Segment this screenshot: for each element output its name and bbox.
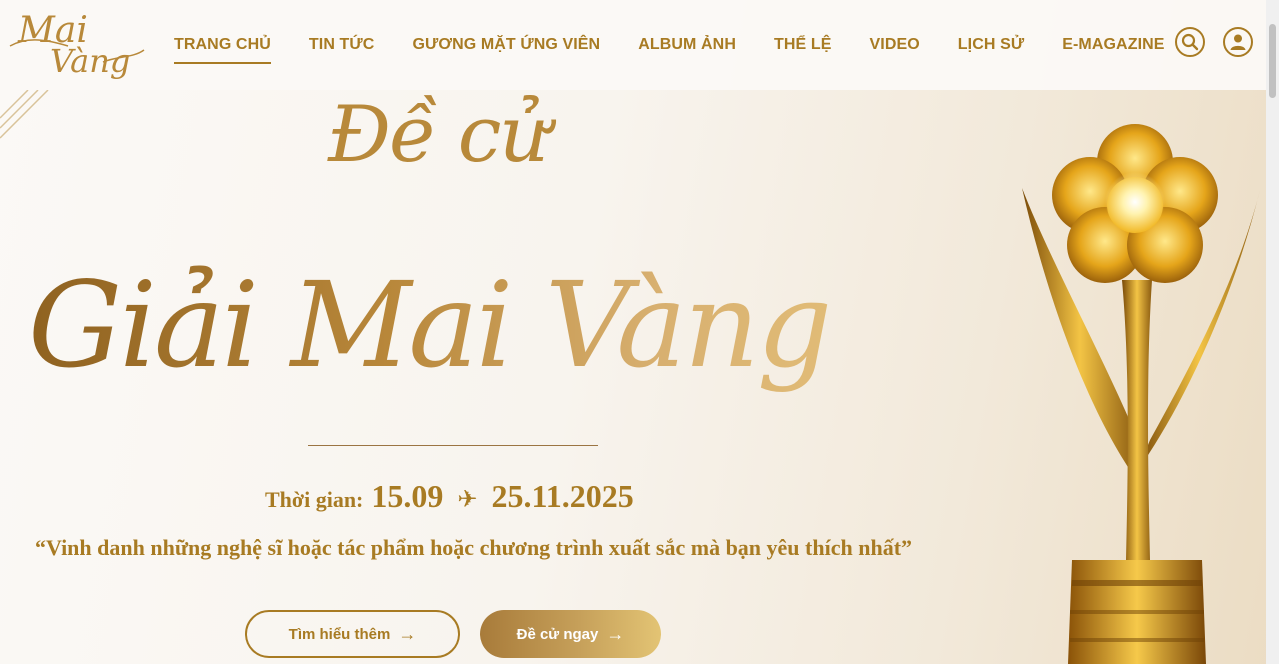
arrow-right-icon: → [398, 623, 417, 644]
nav-item-emagazine[interactable]: E-MAGAZINE [1062, 36, 1164, 54]
svg-text:Vàng: Vàng [50, 42, 130, 80]
hero-quote: “Vinh danh những nghệ sĩ hoặc tác phẩm h… [35, 535, 913, 560]
site-header: Mai Vàng TRANG CHỦ TIN TỨC GƯƠNG MẶT ỨNG… [0, 0, 1266, 90]
time-start: 15.09 [371, 478, 444, 514]
nav-item-news[interactable]: TIN TỨC [309, 36, 375, 54]
page-scrollbar[interactable] [1266, 0, 1279, 664]
learn-more-button[interactable]: Tìm hiểu thêm → [245, 610, 460, 658]
nominate-now-button[interactable]: Đề cử ngay → [480, 610, 661, 658]
user-icon [1230, 34, 1246, 50]
nav-item-rules[interactable]: THỂ LỆ [774, 36, 832, 54]
plane-icon: ✈ [457, 487, 478, 513]
arrow-right-icon: → [606, 623, 625, 644]
nav-item-album[interactable]: ALBUM ẢNH [638, 36, 736, 54]
nominate-now-label: Đề cử ngay [516, 625, 599, 643]
hero-headline: Giải Mai Vàng [28, 255, 928, 397]
main-nav: TRANG CHỦ TIN TỨC GƯƠNG MẶT ỨNG VIÊN ALB… [174, 0, 1203, 90]
time-label: Thời gian: [265, 487, 364, 512]
scrollbar-thumb[interactable] [1269, 24, 1276, 98]
nav-item-home[interactable]: TRANG CHỦ [174, 36, 271, 64]
time-end: 25.11.2025 [491, 478, 634, 514]
time-range: Thời gian: 15.09 ✈ 25.11.2025 [265, 478, 634, 515]
hero-kicker: Đề cử [328, 90, 550, 180]
nav-item-video[interactable]: VIDEO [870, 36, 920, 54]
nav-item-history[interactable]: LỊCH SỬ [958, 36, 1024, 54]
hero-section: Đề cử Giải Mai Vàng Thời gian: 15.09 ✈ 2… [0, 0, 1279, 664]
search-button[interactable] [1175, 27, 1205, 57]
decorative-stripes [0, 90, 49, 139]
learn-more-label: Tìm hiểu thêm [288, 625, 391, 643]
mai-vang-logo[interactable]: Mai Vàng [8, 6, 148, 80]
nav-item-candidates[interactable]: GƯƠNG MẶT ỨNG VIÊN [412, 36, 600, 54]
trophy-image [1022, 124, 1260, 664]
hero-divider [308, 445, 598, 446]
search-icon [1181, 33, 1199, 51]
user-button[interactable] [1223, 27, 1253, 57]
